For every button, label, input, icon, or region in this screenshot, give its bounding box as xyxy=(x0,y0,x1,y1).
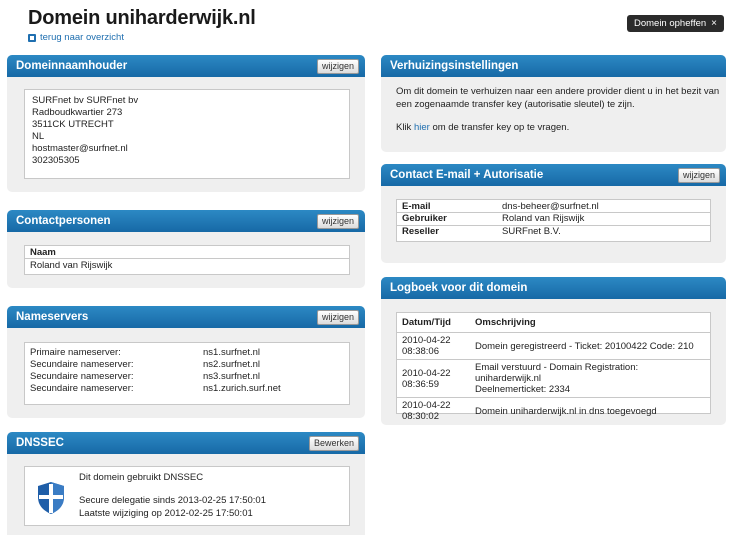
nameserver-row: Secundaire nameserver: ns2.surfnet.nl xyxy=(30,359,344,371)
nameserver-row: Secundaire nameserver: ns3.surfnet.nl xyxy=(30,371,344,383)
dnssec-status: Dit domein gebruikt DNSSEC xyxy=(79,472,204,483)
nameservers-title: Nameservers xyxy=(16,311,89,323)
log-time: 08:36:59 xyxy=(402,378,439,390)
holder-title: Domeinnaamhouder xyxy=(16,60,128,72)
log-panel: Logboek voor dit domein Datum/Tijd Omsch… xyxy=(381,277,726,425)
contact-email-value: Roland van Rijswijk xyxy=(497,212,710,226)
contact-email-row: Gebruiker Roland van Rijswijk xyxy=(397,212,710,226)
edit-holder-button[interactable]: wijzigen xyxy=(316,58,359,74)
delete-domain-button[interactable]: Domein opheffen × xyxy=(627,15,724,32)
close-icon: × xyxy=(711,18,718,29)
nameserver-label: Secundaire nameserver: xyxy=(30,383,134,394)
delete-domain-label: Domein opheffen xyxy=(633,18,707,29)
log-desc: Email verstuurd - Domain Registration: u… xyxy=(475,362,639,384)
contact-email-key: Gebruiker xyxy=(397,212,497,226)
log-desc: Domein geregistreerd - Ticket: 20100422 … xyxy=(475,340,694,352)
log-row: 2010-04-22 08:36:59 Email verstuurd - Dom… xyxy=(397,359,710,398)
transfer-title: Verhuizingsinstellingen xyxy=(390,60,519,72)
log-title: Logboek voor dit domein xyxy=(390,282,528,294)
holder-line: 302305305 xyxy=(32,155,80,166)
transfer-klik: Klik xyxy=(396,122,412,133)
dnssec-panel: DNSSEC Bewerken Dit domein gebruikt DNSS… xyxy=(7,432,365,535)
nameserver-label: Secundaire nameserver: xyxy=(30,359,134,370)
holder-address-box: SURFnet bv SURFnet bv Radboudkwartier 27… xyxy=(24,89,350,179)
log-row: 2010-04-22 08:38:06 Domein geregistreerd … xyxy=(397,332,710,360)
edit-nameservers-button[interactable]: wijzigen xyxy=(316,309,359,325)
back-arrow-icon xyxy=(28,33,36,42)
dnssec-title: DNSSEC xyxy=(16,437,64,449)
transfer-panel: Verhuizingsinstellingen Om dit domein te… xyxy=(381,55,726,152)
edit-dnssec-button[interactable]: Bewerken xyxy=(308,435,359,451)
transfer-key-link[interactable]: hier xyxy=(414,122,430,133)
holder-header: Domeinnaamhouder wijzigen xyxy=(7,55,365,77)
log-header: Logboek voor dit domein xyxy=(381,277,726,299)
nameservers-panel: Nameservers wijzigen Primaire nameserver… xyxy=(7,306,365,418)
nameservers-box: Primaire nameserver: ns1.surfnet.nl Secun… xyxy=(24,342,350,405)
log-row: 2010-04-22 08:30:02 Domein uniharderwijk.… xyxy=(397,398,710,425)
contact-email-title: Contact E-mail + Autorisatie xyxy=(390,169,544,181)
log-date: 2010-04-22 xyxy=(402,335,451,346)
contacts-col-name: Naam xyxy=(25,246,349,259)
log-desc: Domein uniharderwijk.nl in dns toegevoeg… xyxy=(475,405,657,417)
log-time: 08:30:02 xyxy=(402,411,439,422)
dnssec-last-change: Laatste wijziging op 2012-02-25 17:50:01 xyxy=(79,508,253,519)
contact-email-panel: Contact E-mail + Autorisatie wijzigen E-… xyxy=(381,164,726,263)
nameserver-row: Secundaire nameserver: ns1.zurich.surf.ne… xyxy=(30,383,344,395)
page-title: Domein uniharderwijk.nl xyxy=(28,7,256,29)
nameserver-value: ns1.surfnet.nl xyxy=(203,347,261,358)
nameserver-row: Primaire nameserver: ns1.surfnet.nl xyxy=(30,347,344,359)
holder-line: Radboudkwartier 273 xyxy=(32,107,123,118)
contacts-title: Contactpersonen xyxy=(16,215,111,227)
holder-line: NL xyxy=(32,131,45,142)
log-time: 08:38:06 xyxy=(402,346,439,357)
contact-email-value: dns-beheer@surfnet.nl xyxy=(497,200,710,213)
contacts-header: Contactpersonen wijzigen xyxy=(7,210,365,232)
transfer-link-line: Klik hier om de transfer key op te vrage… xyxy=(396,121,569,134)
nameserver-label: Secundaire nameserver: xyxy=(30,371,134,382)
nameserver-value: ns2.surfnet.nl xyxy=(203,359,261,370)
contact-email-table: E-mail dns-beheer@surfnet.nl Gebruiker Rol… xyxy=(396,199,711,242)
holder-line: 3511CK UTRECHT xyxy=(32,119,114,130)
holder-panel: Domeinnaamhouder wijzigen SURFnet bv SUR… xyxy=(7,55,365,192)
log-desc-extra: Deelnemerticket: 2334 xyxy=(475,384,571,395)
holder-line: hostmaster@surfnet.nl xyxy=(32,143,128,154)
dnssec-box: Dit domein gebruikt DNSSEC Secure delega… xyxy=(24,466,350,526)
contact-email-value: SURFnet B.V. xyxy=(502,226,561,237)
contacts-panel: Contactpersonen wijzigen Naam Roland van… xyxy=(7,210,365,288)
shield-icon xyxy=(38,482,64,514)
nameserver-label: Primaire nameserver: xyxy=(30,347,121,358)
back-link[interactable]: terug naar overzicht xyxy=(28,32,124,43)
transfer-after: om de transfer key op te vragen. xyxy=(432,122,570,133)
transfer-text: Om dit domein te verhuizen naar een ande… xyxy=(396,86,720,110)
contact-email-row: E-mail dns-beheer@surfnet.nl xyxy=(397,200,710,213)
edit-contact-email-button[interactable]: wijzigen xyxy=(677,167,720,183)
contact-email-header: Contact E-mail + Autorisatie wijzigen xyxy=(381,164,726,186)
nameserver-value: ns1.zurich.surf.net xyxy=(203,383,281,394)
log-col-date: Datum/Tijd xyxy=(397,313,470,333)
contacts-table: Naam Roland van Rijswijk xyxy=(24,245,350,275)
log-date: 2010-04-22 xyxy=(402,367,451,379)
dnssec-secure-since: Secure delegatie sinds 2013-02-25 17:50:… xyxy=(79,495,266,506)
nameserver-value: ns3.surfnet.nl xyxy=(203,371,261,382)
contact-email-key: E-mail xyxy=(397,200,497,213)
transfer-header: Verhuizingsinstellingen xyxy=(381,55,726,77)
contact-email-key: Reseller xyxy=(402,226,439,237)
contact-name: Roland van Rijswijk xyxy=(30,259,113,271)
contact-email-row: Reseller SURFnet B.V. xyxy=(397,225,710,238)
log-date: 2010-04-22 xyxy=(402,400,451,411)
dnssec-header: DNSSEC Bewerken xyxy=(7,432,365,454)
log-table: Datum/Tijd Omschrijving 2010-04-22 08:38:… xyxy=(396,312,711,422)
edit-contacts-button[interactable]: wijzigen xyxy=(316,213,359,229)
nameservers-header: Nameservers wijzigen xyxy=(7,306,365,328)
log-col-desc: Omschrijving xyxy=(470,313,710,333)
holder-line: SURFnet bv SURFnet bv xyxy=(32,95,139,106)
back-link-label: terug naar overzicht xyxy=(40,32,124,43)
